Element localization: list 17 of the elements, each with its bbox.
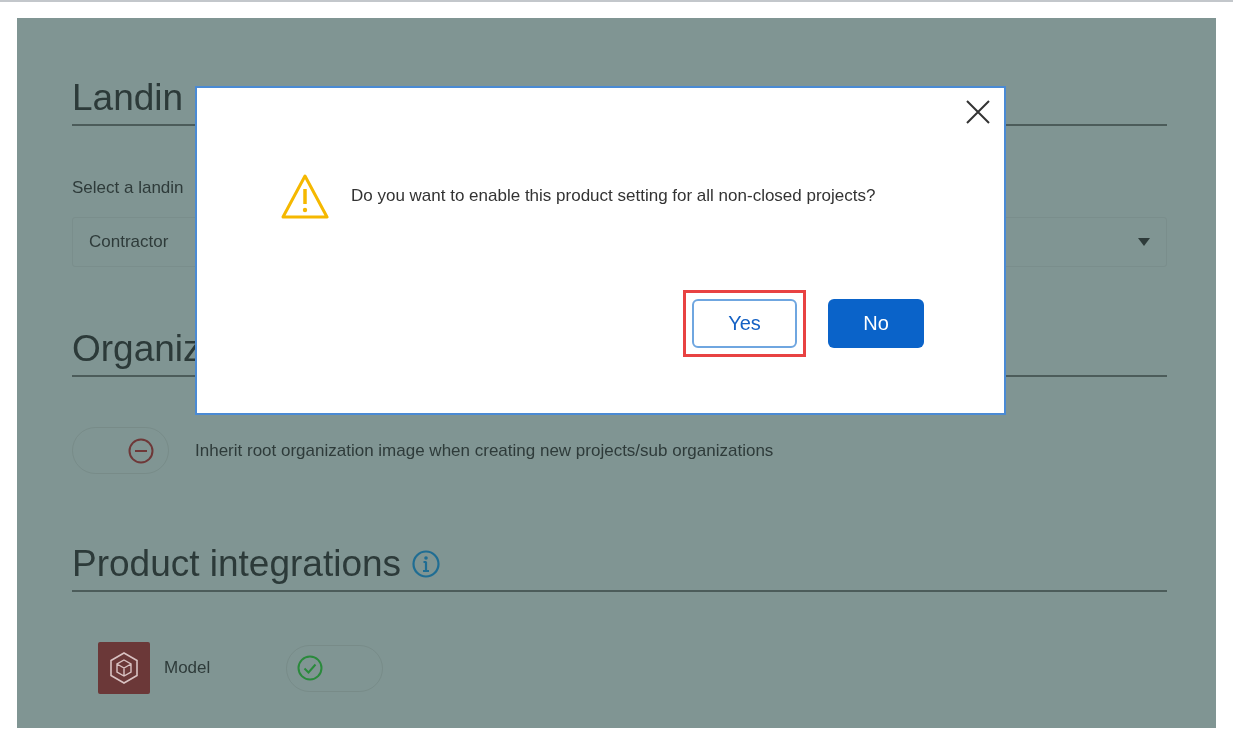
field-label: Select a landin bbox=[72, 178, 184, 198]
section-heading: Organiz bbox=[72, 327, 202, 371]
yes-button[interactable]: Yes bbox=[692, 299, 797, 348]
select-value: Contractor bbox=[89, 232, 169, 252]
close-icon bbox=[965, 99, 991, 125]
section-heading: Product integrations bbox=[72, 542, 402, 586]
setting-label: Inherit root organization image when creating new projects/sub organizations bbox=[195, 440, 774, 461]
integration-name: Model bbox=[164, 658, 211, 678]
section-heading: Landin bbox=[72, 76, 184, 120]
no-button[interactable]: No bbox=[828, 299, 924, 348]
check-circle-icon bbox=[297, 655, 324, 681]
dialog-message: Do you want to enable this product setting for all non-closed projects? bbox=[351, 185, 877, 207]
info-icon bbox=[411, 549, 442, 579]
caret-icon bbox=[1138, 238, 1150, 246]
warning-icon bbox=[281, 173, 329, 220]
cube-app-icon bbox=[98, 642, 150, 694]
minus-circle-icon bbox=[128, 437, 154, 464]
